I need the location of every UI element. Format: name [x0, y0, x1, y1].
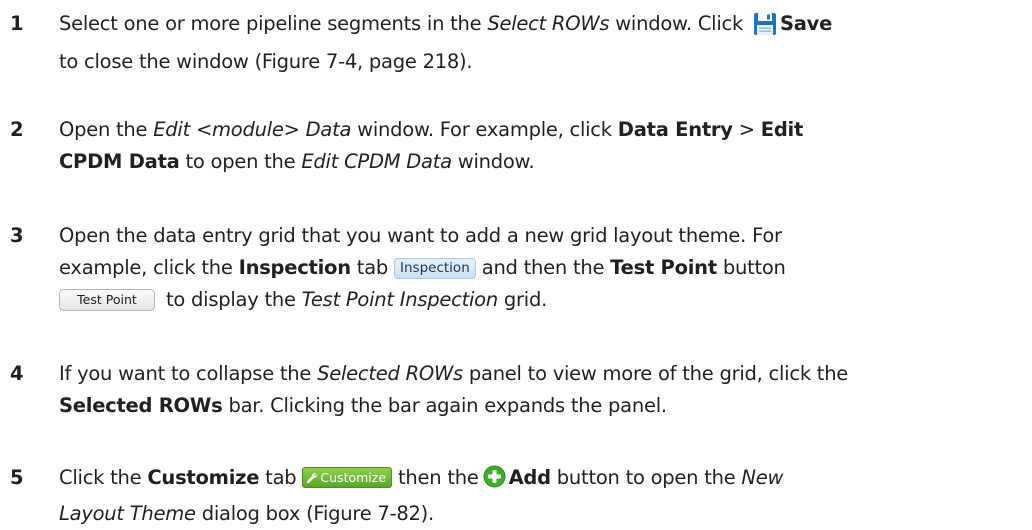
- step-2: 2 Open the Edit <module> Data window. Fo…: [0, 114, 803, 178]
- step-5-line-1: Click the Customize tab Customize then the…: [59, 462, 783, 498]
- step-3-line-3: Test Point to display the Test Point Insp…: [59, 284, 786, 316]
- inspection-tab[interactable]: Inspection: [394, 258, 476, 279]
- step-3-line-1: Open the data entry grid that you want t…: [59, 224, 782, 247]
- customize-tab[interactable]: Customize: [302, 467, 393, 488]
- step-3-line-2: example, click the Inspection tab Inspect…: [59, 256, 786, 279]
- step-1-line-1: Select one or more pipeline segments in …: [59, 8, 832, 46]
- step-5: 5 Click the Customize tab Customize then t…: [0, 462, 783, 530]
- save-icon[interactable]: [753, 12, 777, 46]
- step-number: 4: [10, 362, 24, 385]
- wrench-icon: [307, 473, 318, 484]
- step-number: 1: [10, 12, 24, 35]
- step-number: 3: [10, 224, 24, 247]
- step-5-line-2: Layout Theme dialog box (Figure 7-82).: [59, 502, 434, 525]
- step-4-line-2: Selected ROWs bar. Clicking the bar agai…: [59, 394, 667, 417]
- step-2-line-2: CPDM Data to open the Edit CPDM Data win…: [59, 150, 535, 173]
- step-4: 4 If you want to collapse the Selected R…: [0, 358, 848, 422]
- test-point-button[interactable]: Test Point: [59, 289, 155, 311]
- step-number: 2: [10, 118, 24, 141]
- step-1: 1 Select one or more pipeline segments i…: [0, 8, 832, 78]
- step-1-line-2: to close the window (Figure 7-4, page 21…: [59, 50, 473, 73]
- step-number: 5: [10, 466, 24, 489]
- step-3: 3 Open the data entry grid that you want…: [0, 220, 786, 316]
- plus-circle-icon[interactable]: [483, 465, 506, 498]
- step-2-line-1: Open the Edit <module> Data window. For …: [59, 118, 804, 141]
- step-4-line-1: If you want to collapse the Selected ROW…: [59, 362, 849, 385]
